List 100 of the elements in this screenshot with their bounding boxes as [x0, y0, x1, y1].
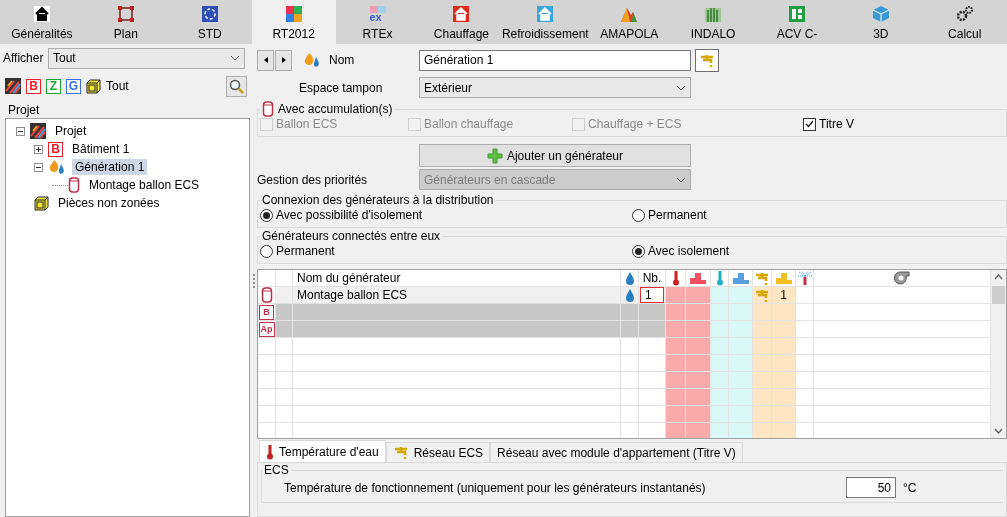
sprinkler-icon	[796, 271, 813, 285]
tree-item[interactable]: Pièces non zonées	[55, 195, 163, 211]
column-header[interactable]	[814, 270, 991, 287]
search-button[interactable]	[226, 75, 247, 97]
tap-button[interactable]	[695, 48, 719, 72]
filter-select[interactable]: Tout	[48, 47, 245, 69]
previous-button[interactable]	[257, 49, 274, 71]
table-cell	[796, 304, 814, 321]
all-label: Tout	[106, 79, 129, 93]
toolbar-tab[interactable]: ex RTEx	[335, 0, 420, 44]
table-cell	[729, 321, 753, 338]
toolbar-tab[interactable]: 3D	[838, 0, 923, 44]
add-generator-button[interactable]: Ajouter un générateur	[419, 144, 691, 167]
ex-logo: ex	[368, 5, 387, 23]
table-cell	[729, 389, 753, 406]
table-cell	[639, 389, 666, 406]
panel-tab[interactable]: Réseau avec module d'appartement (Titre V)	[490, 442, 743, 462]
radio-option[interactable]: Permanent	[632, 208, 1006, 222]
letter-icon[interactable]: B	[26, 78, 41, 94]
podium-icon	[774, 272, 793, 284]
next-button[interactable]	[275, 49, 292, 71]
expand-button[interactable]	[34, 144, 43, 154]
drop-icon	[624, 288, 635, 302]
drop-icon	[624, 271, 635, 285]
table-cell	[753, 406, 772, 423]
table-cell	[772, 372, 796, 389]
table-cell	[711, 389, 729, 406]
table-cell	[711, 406, 729, 423]
toolbar-tab[interactable]: Chauffage	[419, 0, 504, 44]
thermometer-icon	[671, 270, 680, 286]
house-icon	[32, 5, 51, 23]
table-cell	[753, 338, 772, 355]
radio-button[interactable]	[260, 208, 273, 222]
radio-option[interactable]: Avec possibilité d'isolement	[260, 208, 632, 222]
table-cell	[796, 406, 814, 423]
tree-title: Projet	[8, 103, 41, 117]
column-header[interactable]	[621, 270, 639, 287]
table-cell	[711, 372, 729, 389]
panel-tab[interactable]: Réseau ECS	[385, 442, 491, 462]
column-header[interactable]	[686, 270, 711, 287]
checkbox-option[interactable]: Titre V	[803, 117, 1006, 131]
radio-option[interactable]: Permanent	[260, 244, 632, 258]
toolbar-tab[interactable]: STD	[167, 0, 252, 44]
toolbar-tab[interactable]: ACV C-	[755, 0, 839, 44]
table-cell	[686, 321, 711, 338]
table-cell	[753, 423, 772, 438]
radio-button[interactable]	[632, 244, 645, 258]
temperature-input[interactable]: 50	[846, 477, 896, 498]
table-cell	[711, 355, 729, 372]
letter-icon: Ap	[258, 321, 275, 337]
letter-icon: B	[48, 141, 63, 157]
collapse-button[interactable]	[34, 162, 43, 172]
table-cell	[621, 389, 639, 406]
toolbar-tab[interactable]: Calcul	[922, 0, 1007, 44]
table-cell	[729, 338, 753, 355]
table-cell	[666, 423, 686, 438]
plus-icon	[486, 147, 503, 164]
table-cell	[796, 287, 814, 304]
panel-tab[interactable]: Température d'eau	[259, 440, 386, 462]
radio-button[interactable]	[632, 208, 645, 222]
column-header[interactable]	[796, 270, 814, 287]
table-cell	[276, 355, 293, 372]
radio-button[interactable]	[260, 244, 273, 258]
radio-option[interactable]: Avec isolement	[632, 244, 1006, 258]
toolbar-tab[interactable]: INDALO	[671, 0, 755, 44]
column-header[interactable]	[729, 270, 753, 287]
checkbox[interactable]	[803, 117, 816, 131]
table-cell	[686, 423, 711, 438]
tree-item[interactable]: Bâtiment 1	[69, 141, 133, 157]
toolbar-tab[interactable]: Refroidissement	[503, 0, 588, 44]
tree-item[interactable]: Projet	[52, 123, 90, 139]
left-arrow-icon	[263, 57, 268, 63]
unit-label: °C	[903, 480, 918, 495]
letter-icon: B	[259, 304, 274, 320]
striped-icon	[30, 123, 46, 139]
toolbar-tab[interactable]: RT2012	[251, 0, 336, 44]
table-cell	[666, 304, 686, 321]
letter-icon[interactable]: G	[66, 78, 81, 94]
collapse-button[interactable]	[16, 126, 25, 136]
column-header[interactable]	[666, 270, 686, 287]
blocks-icon	[787, 5, 806, 23]
frame-icon	[116, 5, 135, 23]
tank-icon	[262, 101, 274, 117]
table-cell	[729, 355, 753, 372]
scrollbar-thumb[interactable]	[992, 286, 1005, 304]
name-input[interactable]: Génération 1	[419, 49, 691, 71]
column-header[interactable]	[711, 270, 729, 287]
tree-item[interactable]: Génération 1	[72, 159, 148, 175]
table-cell	[686, 304, 711, 321]
tree-item[interactable]: Montage ballon ECS	[86, 177, 203, 193]
house-icon	[452, 5, 471, 23]
scrollbar[interactable]	[991, 270, 1006, 438]
table-cell	[729, 423, 753, 438]
column-header[interactable]: Nom du générateur	[293, 270, 621, 287]
buffer-select[interactable]: Extérieur	[419, 77, 691, 98]
count-field[interactable]: 1	[640, 287, 664, 303]
toolbar-tab[interactable]: Plan	[83, 0, 168, 44]
building-icon	[704, 5, 723, 23]
column-header[interactable]: Nb.	[639, 270, 666, 287]
toolbar-tab[interactable]: Généralités	[0, 0, 84, 44]
